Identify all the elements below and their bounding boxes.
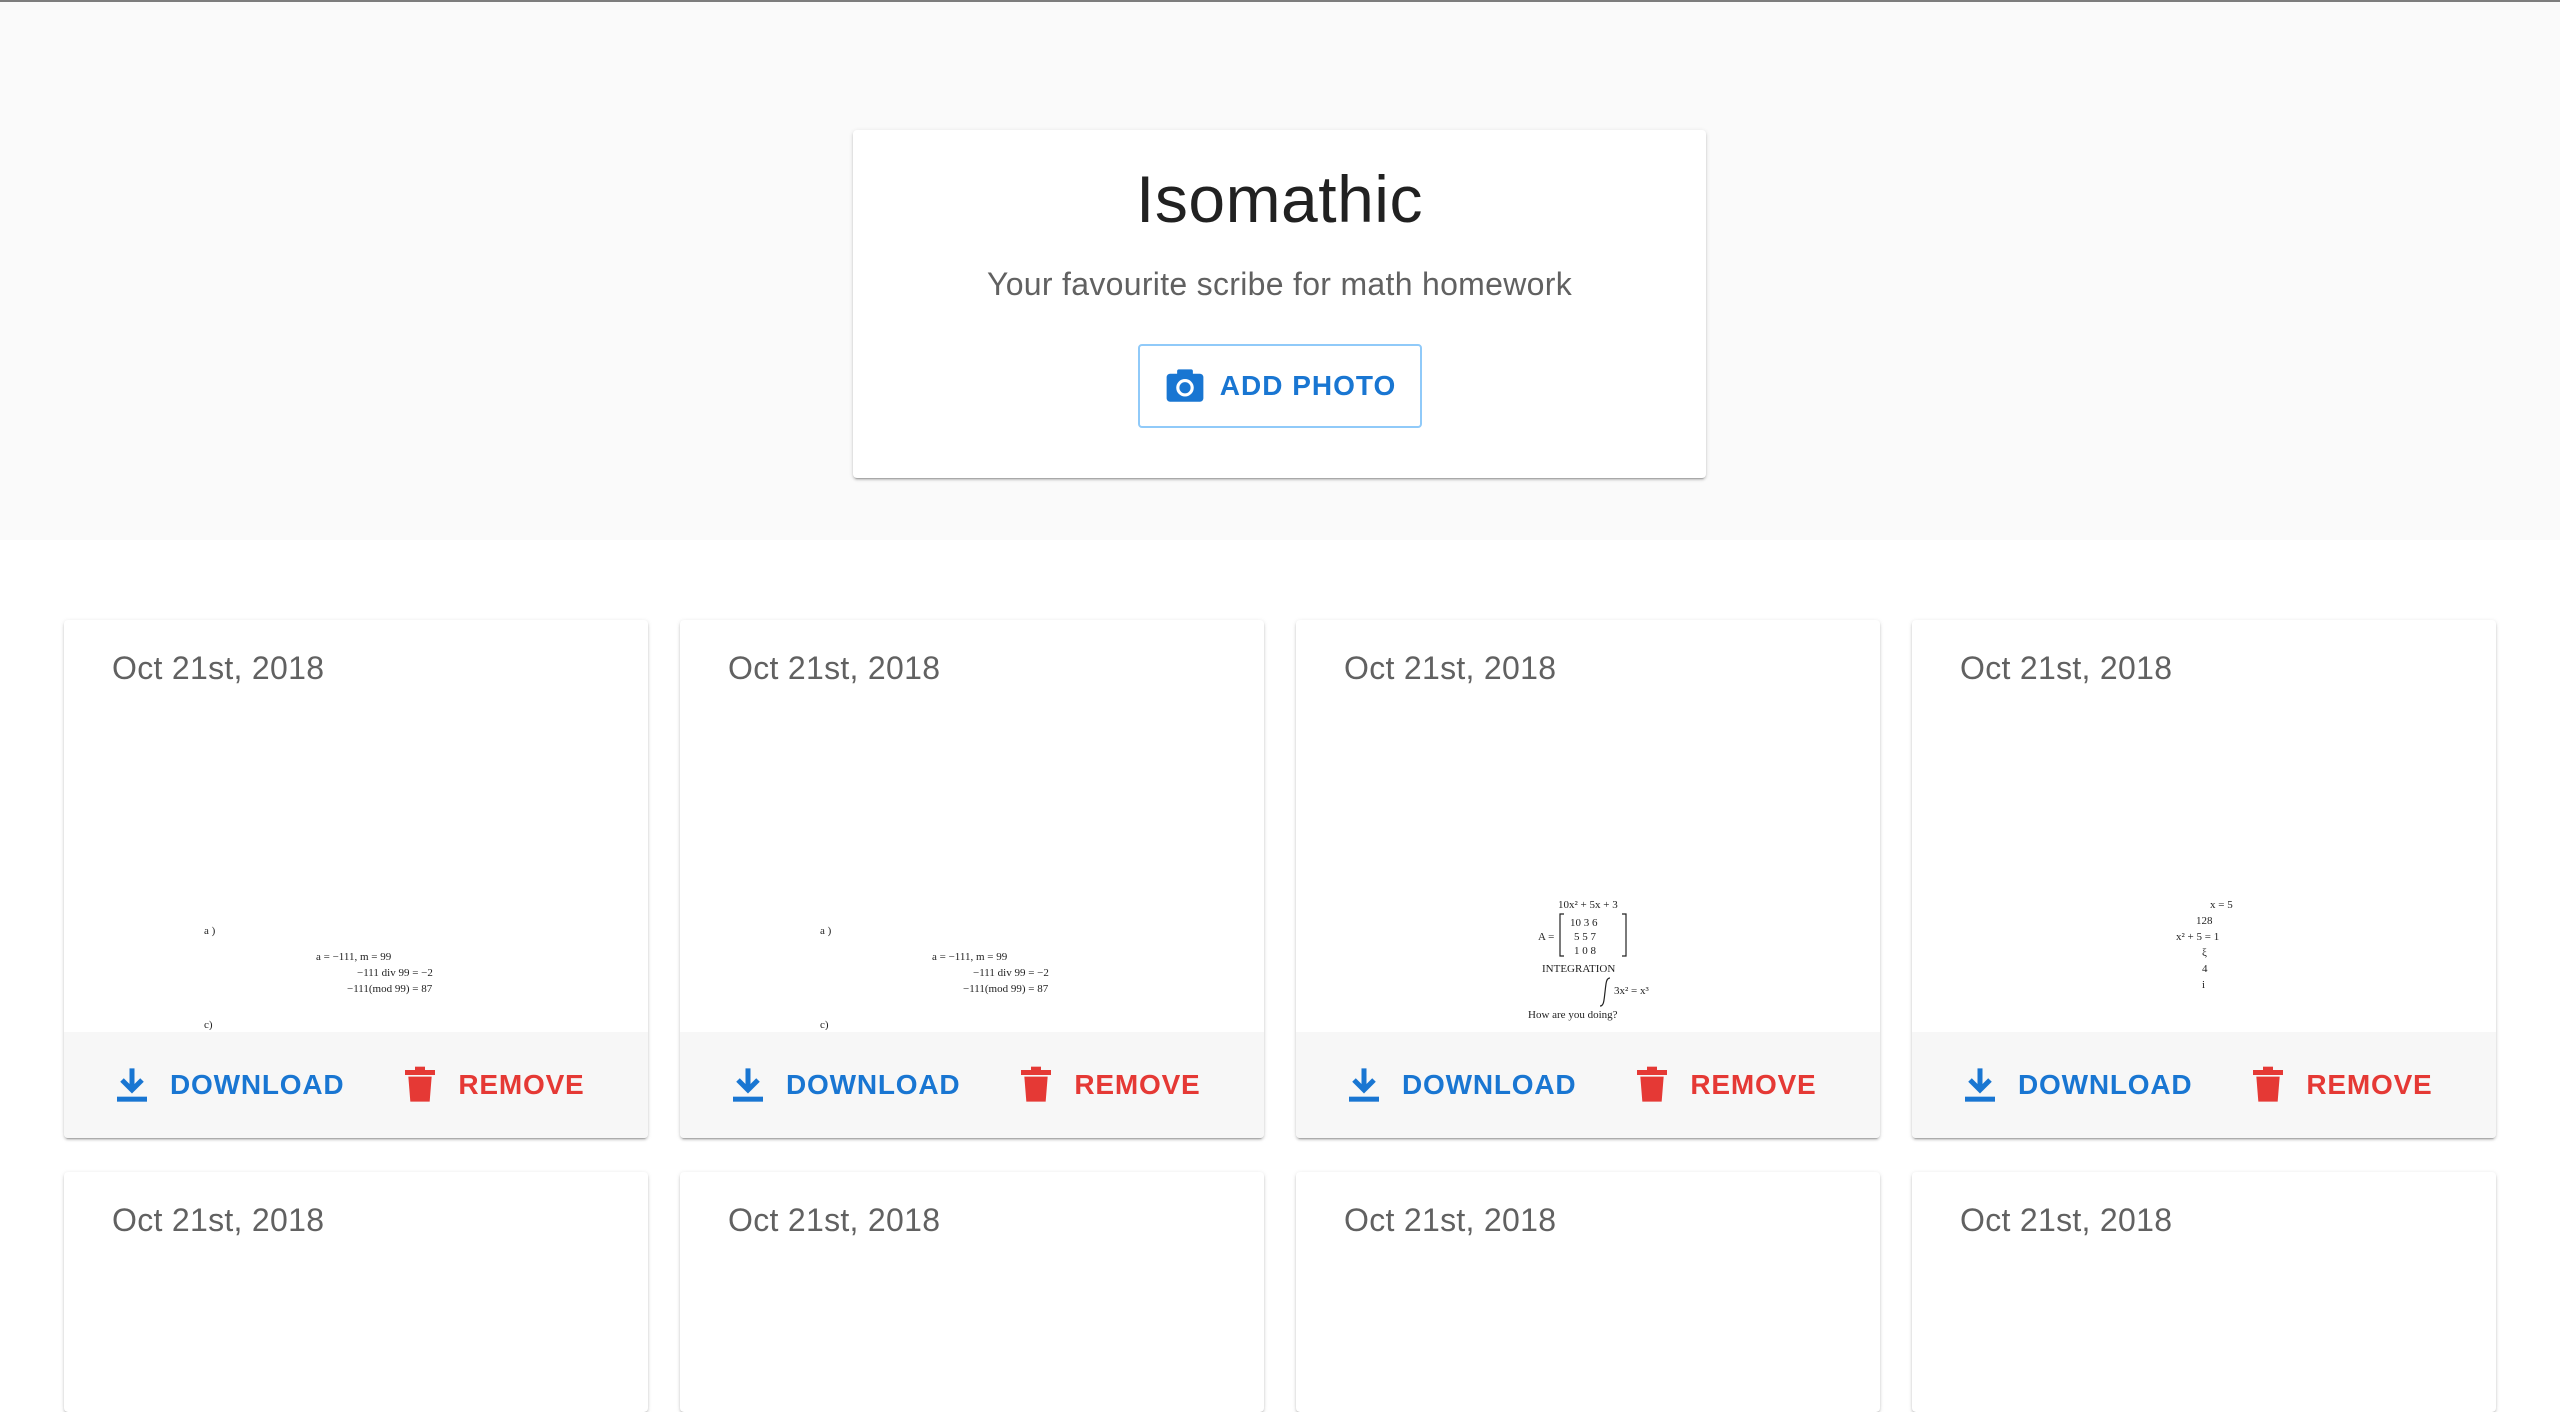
remove-label: REMOVE [2306, 1069, 2433, 1100]
card-actions: DOWNLOAD REMOVE [64, 1032, 648, 1138]
add-photo-button[interactable]: ADD PHOTO [1138, 344, 1422, 428]
hero-section: Isomathic Your favourite scribe for math… [0, 2, 2560, 540]
download-button[interactable]: DOWNLOAD [1960, 1065, 2192, 1105]
card-date: Oct 21st, 2018 [1344, 650, 1557, 686]
download-button[interactable]: DOWNLOAD [112, 1065, 344, 1105]
math-text: 10x² + 5x + 3 [1558, 899, 1618, 911]
math-text: −111 div 99 = −2 [357, 967, 433, 979]
math-text: A = [1538, 931, 1554, 943]
hero-card: Isomathic Your favourite scribe for math… [853, 130, 1706, 478]
download-button[interactable]: DOWNLOAD [1344, 1065, 1576, 1105]
photo-card: Oct 21st, 2018 [1296, 1172, 1880, 1412]
trash-icon [1021, 1066, 1052, 1102]
math-text: 128 [2196, 915, 2213, 927]
remove-label: REMOVE [458, 1069, 585, 1100]
download-icon [733, 1068, 763, 1102]
photo-card: Oct 21st, 2018 10x² + 5x + 3 A = 10 3 6 … [1296, 620, 1880, 1138]
app-subtitle: Your favourite scribe for math homework [987, 266, 1572, 302]
remove-button[interactable]: REMOVE [400, 1065, 584, 1105]
download-button[interactable]: DOWNLOAD [728, 1065, 960, 1105]
card-actions: DOWNLOAD REMOVE [1912, 1032, 2496, 1138]
card-date: Oct 21st, 2018 [728, 650, 941, 686]
remove-label: REMOVE [1690, 1069, 1817, 1100]
download-icon [1965, 1068, 1995, 1102]
math-text: How are you doing? [1528, 1009, 1618, 1021]
math-image: x = 5 128 x² + 5 = 1 ξ 4 i [1912, 720, 2496, 1030]
photo-card: Oct 21st, 2018 x = 5 128 x² + 5 = 1 ξ 4 … [1912, 620, 2496, 1138]
card-date: Oct 21st, 2018 [112, 1202, 325, 1238]
photo-card: Oct 21st, 2018 a ) a = −111, m = 99 −111… [64, 620, 648, 1138]
download-icon [1349, 1068, 1379, 1102]
math-text: x² + 5 = 1 [2176, 931, 2219, 943]
card-date: Oct 21st, 2018 [1960, 650, 2173, 686]
photo-card: Oct 21st, 2018 [64, 1172, 648, 1412]
download-icon [117, 1068, 147, 1102]
photo-card: Oct 21st, 2018 [1912, 1172, 2496, 1412]
card-actions: DOWNLOAD REMOVE [1296, 1032, 1880, 1138]
math-text: x = 5 [2210, 899, 2233, 911]
trash-icon [2253, 1066, 2284, 1102]
download-label: DOWNLOAD [1402, 1069, 1577, 1100]
download-label: DOWNLOAD [170, 1069, 345, 1100]
math-text: 5 5 7 [1574, 931, 1597, 943]
math-text: −111 div 99 = −2 [973, 967, 1049, 979]
card-date: Oct 21st, 2018 [1960, 1202, 2173, 1238]
card-date: Oct 21st, 2018 [112, 650, 325, 686]
photo-card: Oct 21st, 2018 [680, 1172, 1264, 1412]
math-text: 4 [2202, 963, 2208, 975]
math-text: a = −111, m = 99 [316, 951, 392, 963]
remove-button[interactable]: REMOVE [1632, 1065, 1816, 1105]
app-title: Isomathic [1136, 162, 1423, 236]
math-text: 3x² = x³ [1614, 985, 1650, 997]
math-text: 1 0 8 [1574, 945, 1597, 957]
download-label: DOWNLOAD [786, 1069, 961, 1100]
math-image: 10x² + 5x + 3 A = 10 3 6 5 5 7 1 0 8 INT… [1296, 720, 1880, 1030]
math-image: a ) a = −111, m = 99 −111 div 99 = −2 −1… [64, 720, 648, 1031]
math-text: 10 3 6 [1570, 917, 1598, 929]
trash-icon [1637, 1066, 1668, 1102]
math-text: −111(mod 99) = 87 [347, 983, 433, 995]
add-photo-label: ADD PHOTO [1219, 370, 1397, 401]
math-text: i [2202, 979, 2205, 991]
card-date: Oct 21st, 2018 [1344, 1202, 1557, 1238]
math-text: INTEGRATION [1542, 963, 1615, 975]
math-image: a ) a = −111, m = 99 −111 div 99 = −2 −1… [680, 720, 1264, 1031]
math-text: a ) [820, 925, 832, 937]
card-date: Oct 21st, 2018 [728, 1202, 941, 1238]
remove-button[interactable]: REMOVE [1016, 1065, 1200, 1105]
remove-label: REMOVE [1074, 1069, 1201, 1100]
math-text: ξ [2202, 947, 2207, 959]
card-actions: DOWNLOAD REMOVE [680, 1032, 1264, 1138]
photo-card: Oct 21st, 2018 a ) a = −111, m = 99 −111… [680, 620, 1264, 1138]
camera-icon [1166, 369, 1204, 402]
remove-button[interactable]: REMOVE [2248, 1065, 2432, 1105]
math-text: a = −111, m = 99 [932, 951, 1008, 963]
math-text: a ) [204, 925, 216, 937]
download-label: DOWNLOAD [2018, 1069, 2193, 1100]
math-text: c) [204, 1019, 213, 1030]
math-text: c) [820, 1019, 829, 1030]
math-text: −111(mod 99) = 87 [963, 983, 1049, 995]
trash-icon [405, 1066, 436, 1102]
